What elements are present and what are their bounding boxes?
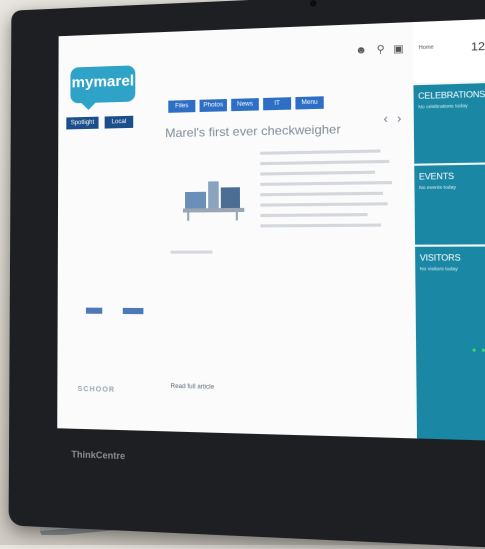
article-navigation: ‹ › xyxy=(380,111,407,126)
celebrations-panel[interactable]: CELEBRATIONS No celebrations today xyxy=(413,80,485,164)
tab-news[interactable]: News xyxy=(231,98,259,112)
article-text-line xyxy=(260,170,376,176)
events-title: EVENTS xyxy=(418,171,455,182)
read-full-article-link[interactable]: Read full article xyxy=(171,384,215,391)
article-text-line xyxy=(260,202,388,207)
celebrations-text: No celebrations today xyxy=(418,102,468,110)
location-pin-icon[interactable]: ⚲ xyxy=(375,44,386,57)
tab-files[interactable]: Files xyxy=(168,99,196,113)
all-in-one-monitor: mymarel Spotlight Local Files Photos New… xyxy=(8,0,485,549)
tab-it[interactable]: IT xyxy=(263,97,292,111)
screen: mymarel Spotlight Local Files Photos New… xyxy=(57,18,485,442)
article-text-line xyxy=(260,159,390,166)
webcam-icon xyxy=(310,0,317,7)
article-text-line xyxy=(260,223,382,228)
person-icon[interactable]: ☻ xyxy=(355,45,367,58)
chevron-left-icon[interactable]: ‹ xyxy=(380,111,391,126)
visitors-title: VISITORS xyxy=(419,253,461,263)
checkweigher-image xyxy=(182,181,245,221)
activity-led-icon xyxy=(481,348,485,352)
clock: 12:14 xyxy=(470,39,485,54)
events-text: No events today xyxy=(418,184,457,191)
article-text-line xyxy=(260,180,392,186)
tab-photos[interactable]: Photos xyxy=(199,98,227,113)
sidebar-link[interactable] xyxy=(122,307,144,315)
local-button[interactable]: Local xyxy=(104,115,134,129)
device-brand: ThinkCentre xyxy=(71,449,126,462)
spotlight-button[interactable]: Spotlight xyxy=(66,116,99,130)
info-sidebar: CELEBRATIONS No celebrations today EVENT… xyxy=(413,80,485,442)
article-headline[interactable]: Marel's first ever checkweigher xyxy=(165,121,380,140)
user-name: Home xyxy=(418,44,434,52)
events-panel[interactable]: EVENTS No events today xyxy=(414,162,485,245)
logo-text: mymarel xyxy=(71,72,135,92)
sidebar-link[interactable] xyxy=(85,307,103,314)
tab-menu[interactable]: Menu xyxy=(295,96,324,110)
intranet-content: mymarel Spotlight Local Files Photos New… xyxy=(57,22,418,439)
celebrations-title: CELEBRATIONS xyxy=(418,89,485,102)
power-led-icon xyxy=(472,348,476,352)
article-text-line xyxy=(170,250,213,254)
cart-icon[interactable]: ▣ xyxy=(393,43,404,56)
partner-logo: SCHOOR xyxy=(77,385,116,394)
visitors-panel[interactable]: VISITORS No visitors today xyxy=(415,244,485,334)
article-text-line xyxy=(260,149,381,155)
visitors-text: No visitors today xyxy=(419,266,458,272)
mymarel-logo[interactable]: mymarel xyxy=(70,65,136,104)
article-text-line xyxy=(260,191,384,197)
chevron-right-icon[interactable]: › xyxy=(393,111,404,126)
article-text-line xyxy=(260,213,368,218)
